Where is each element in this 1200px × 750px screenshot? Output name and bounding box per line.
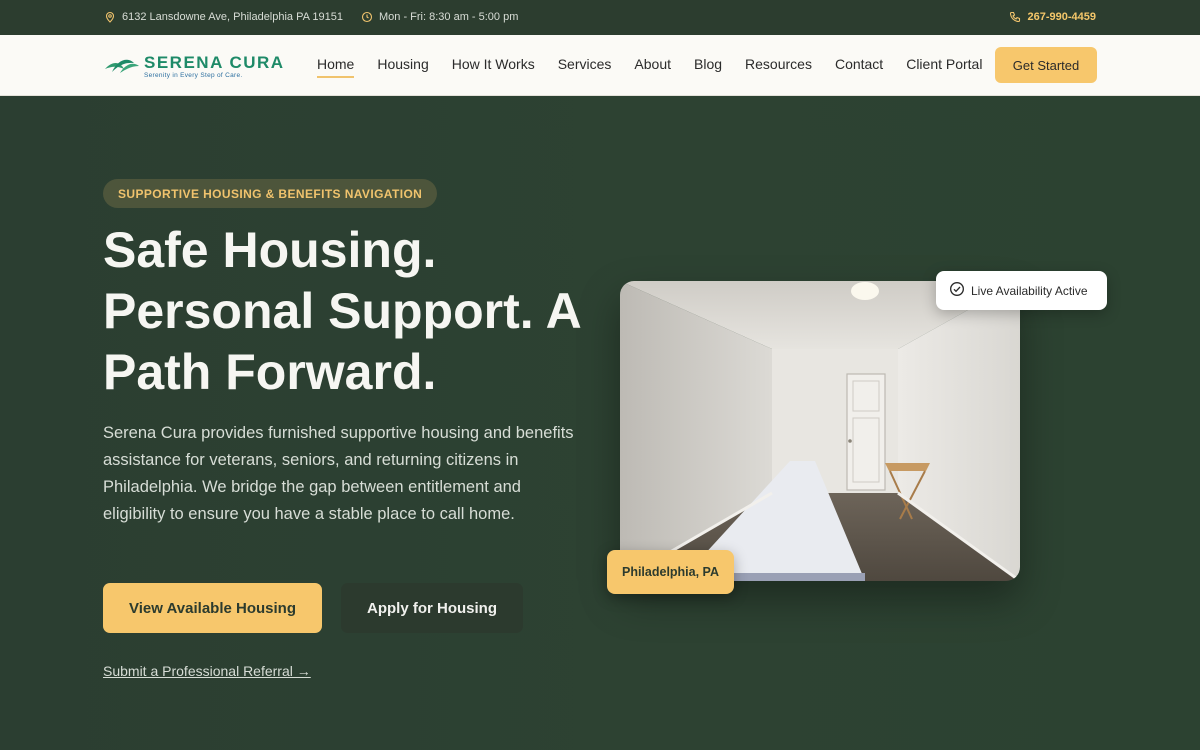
professional-referral-link[interactable]: Submit a Professional Referral → xyxy=(103,663,311,679)
nav-blog[interactable]: Blog xyxy=(694,56,722,78)
availability-text: Live Availability Active xyxy=(971,283,1088,298)
phone-icon xyxy=(1009,11,1021,23)
headline-line-1: Safe Housing. xyxy=(103,222,437,278)
get-started-button[interactable]: Get Started xyxy=(995,47,1097,83)
headline-line-3: Path Forward. xyxy=(103,344,437,400)
nav-contact[interactable]: Contact xyxy=(835,56,883,78)
hero-description: Serena Cura provides furnished supportiv… xyxy=(103,424,574,523)
nav-resources[interactable]: Resources xyxy=(745,56,812,78)
brand-tagline: Serenity in Every Step of Care. xyxy=(144,72,243,79)
hours-text: Mon - Fri: 8:30 am - 5:00 pm xyxy=(379,11,519,23)
clock-icon xyxy=(361,11,373,23)
apply-housing-button[interactable]: Apply for Housing xyxy=(341,583,523,633)
site-header: SERENA CURA Serenity in Every Step of Ca… xyxy=(0,35,1200,96)
top-info-bar: 6132 Lansdowne Ave, Philadelphia PA 1915… xyxy=(0,0,1200,35)
nav-services[interactable]: Services xyxy=(558,56,612,78)
phone-text: 267-990-4459 xyxy=(1027,11,1096,23)
hero-headline: Safe Housing. Personal Support. A Path F… xyxy=(103,220,603,403)
address-info: 6132 Lansdowne Ave, Philadelphia PA 1915… xyxy=(104,11,343,23)
room-photo xyxy=(620,281,1020,581)
main-nav: Home Housing How It Works Services About… xyxy=(317,56,982,78)
nav-home[interactable]: Home xyxy=(317,56,355,78)
headline-line-2: Personal Support. A xyxy=(103,283,582,339)
brand-name: SERENA CURA xyxy=(144,53,285,72)
leaf-logo-icon xyxy=(104,53,140,80)
map-pin-icon xyxy=(104,11,116,23)
eyebrow-pill: SUPPORTIVE HOUSING & BENEFITS NAVIGATION xyxy=(103,179,438,208)
brand-logo[interactable]: SERENA CURA Serenity in Every Step of Ca… xyxy=(104,53,285,80)
hero-section: SUPPORTIVE HOUSING & BENEFITS NAVIGATION… xyxy=(0,96,1200,750)
check-circle-icon xyxy=(949,281,965,300)
phone-link[interactable]: 267-990-4459 xyxy=(1009,11,1096,23)
address-text: 6132 Lansdowne Ave, Philadelphia PA 1915… xyxy=(122,11,343,23)
hours-info: Mon - Fri: 8:30 am - 5:00 pm xyxy=(361,11,518,23)
room-illustration xyxy=(620,281,1020,581)
view-housing-button[interactable]: View Available Housing xyxy=(103,583,322,633)
live-availability-badge: Live Availability Active xyxy=(936,271,1107,310)
nav-how-it-works[interactable]: How It Works xyxy=(452,56,535,78)
nav-about[interactable]: About xyxy=(634,56,671,78)
nav-client-portal[interactable]: Client Portal xyxy=(906,56,982,78)
logo-text: SERENA CURA Serenity in Every Step of Ca… xyxy=(144,54,285,79)
location-badge: Philadelphia, PA xyxy=(607,550,734,594)
nav-housing[interactable]: Housing xyxy=(377,56,428,78)
